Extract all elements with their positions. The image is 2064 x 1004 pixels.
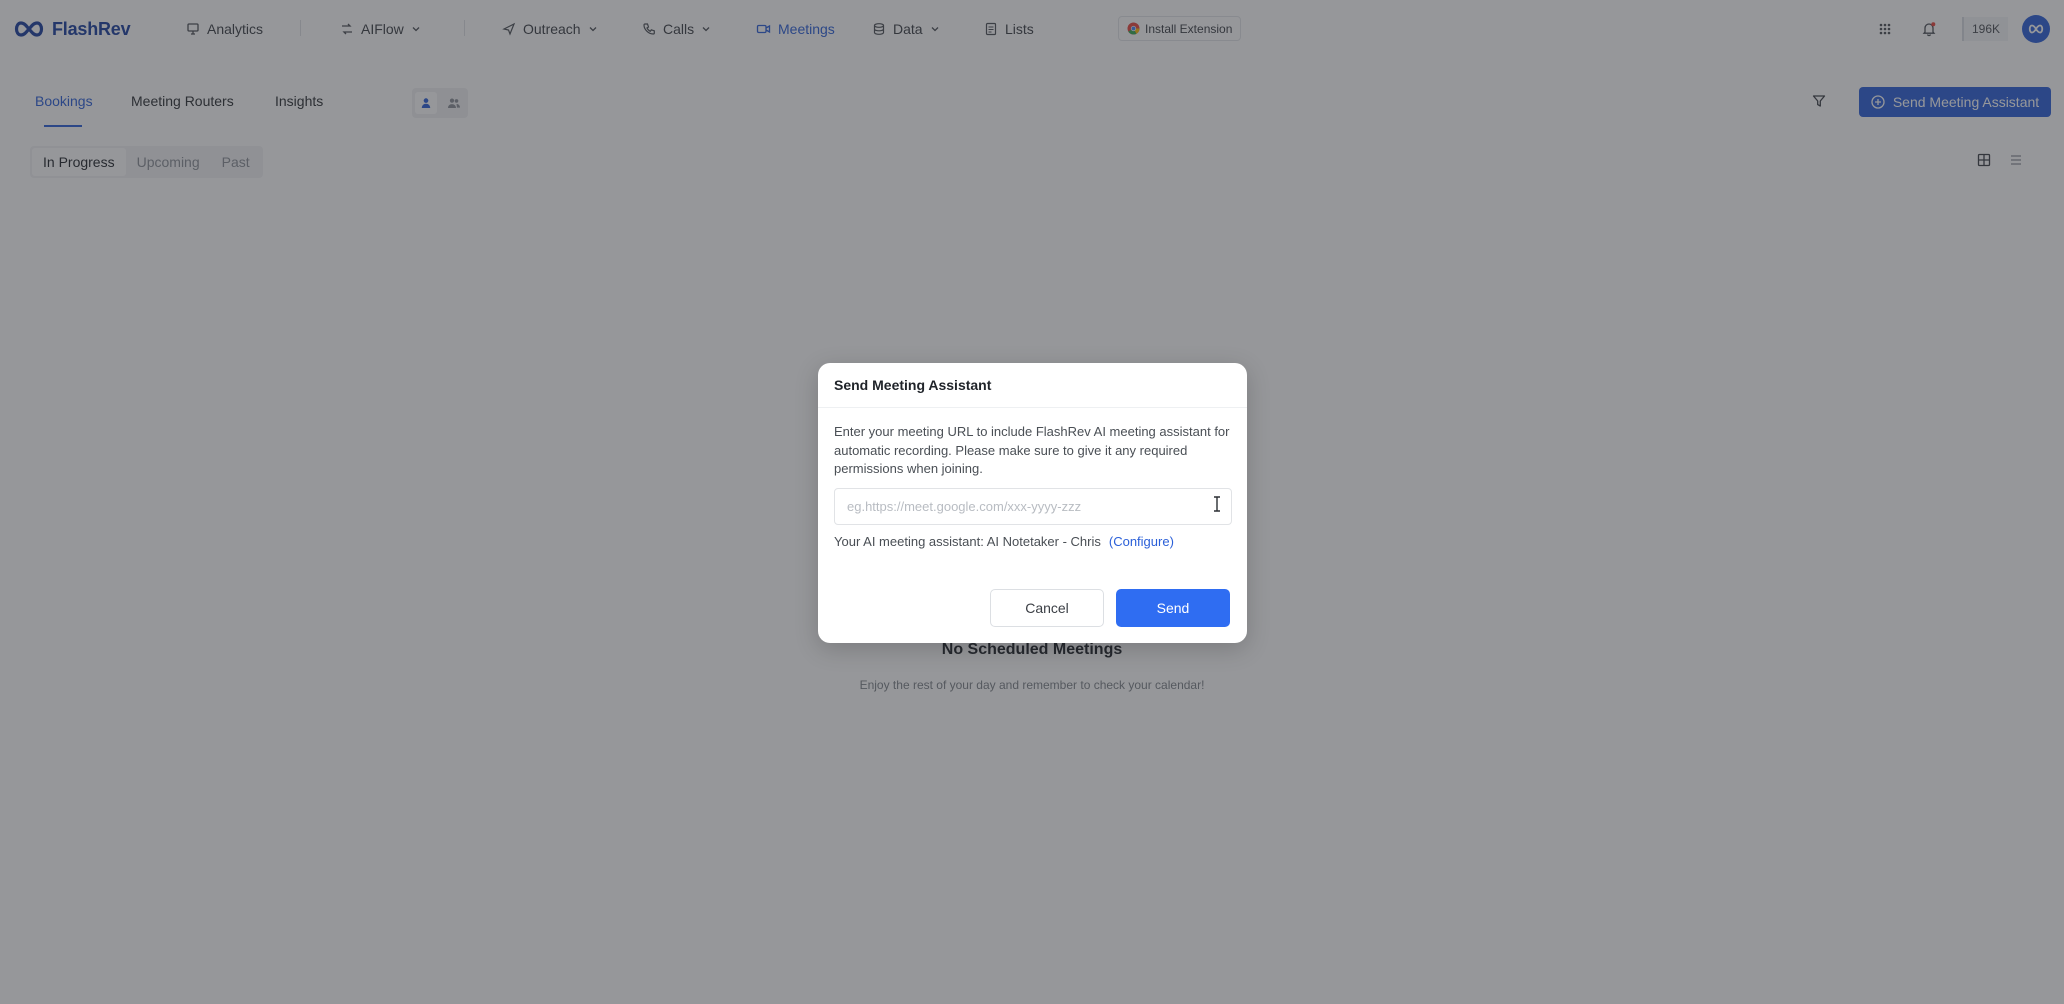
- send-meeting-assistant-dialog: Send Meeting Assistant Enter your meetin…: [818, 363, 1247, 643]
- meeting-url-input[interactable]: [834, 488, 1232, 525]
- dialog-header: Send Meeting Assistant: [818, 363, 1247, 408]
- assistant-label: Your AI meeting assistant: AI Notetaker …: [834, 534, 1101, 549]
- assistant-info: Your AI meeting assistant: AI Notetaker …: [834, 534, 1174, 549]
- text-cursor-icon: [1214, 496, 1220, 512]
- configure-link[interactable]: (Configure): [1109, 534, 1174, 549]
- send-button[interactable]: Send: [1116, 589, 1230, 627]
- dialog-description: Enter your meeting URL to include FlashR…: [834, 424, 1230, 476]
- cancel-button[interactable]: Cancel: [990, 589, 1104, 627]
- dialog-title: Send Meeting Assistant: [834, 377, 992, 393]
